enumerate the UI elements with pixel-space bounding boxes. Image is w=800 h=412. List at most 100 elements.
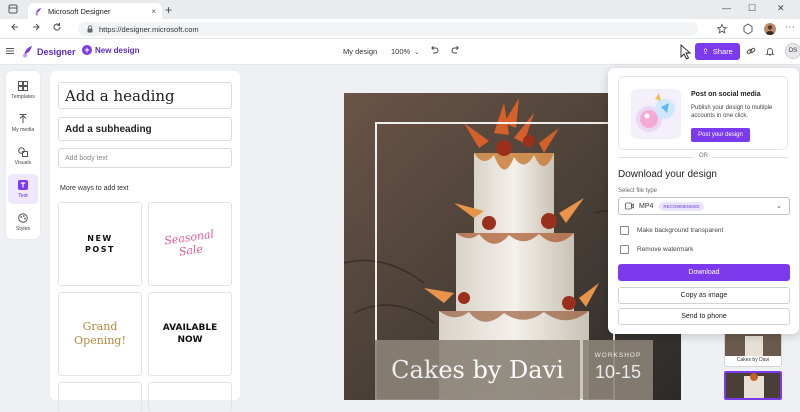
link-icon[interactable]: [746, 46, 756, 56]
card-text: NEW: [87, 234, 113, 243]
file-type-label: Select file type: [618, 188, 658, 194]
maximize-icon[interactable]: ☐: [748, 3, 756, 14]
new-tab-button[interactable]: +: [165, 3, 172, 17]
text-style-card-available-now[interactable]: AVAILABLE NOW: [148, 292, 232, 376]
chevron-down-icon: ⌄: [776, 203, 782, 210]
zoom-level: 100%: [391, 47, 411, 56]
url-text: https://designer.microsoft.com: [99, 24, 199, 34]
chevron-down-icon: ⌄: [414, 50, 420, 56]
add-subheading-button[interactable]: Add a subheading: [58, 117, 232, 141]
profile-avatar[interactable]: [764, 23, 776, 35]
text-style-card[interactable]: [148, 382, 232, 412]
redo-icon[interactable]: [451, 45, 461, 55]
tab-actions-icon[interactable]: [8, 4, 18, 14]
social-description: Publish your design to multiple accounts…: [691, 105, 773, 119]
text-style-card-grand-opening[interactable]: Grand Opening!: [58, 292, 142, 376]
workshop-date: 10-15: [594, 362, 642, 382]
share-label: Share: [712, 47, 733, 56]
send-to-phone-button[interactable]: Send to phone: [618, 308, 790, 325]
card-text: AVAILABLE: [162, 323, 218, 333]
lock-icon: [87, 25, 93, 33]
poster-title[interactable]: Cakes by Davi: [375, 340, 580, 400]
design-name[interactable]: My design: [343, 47, 377, 56]
address-bar-row: https://designer.microsoft.com ⋯: [0, 19, 800, 39]
new-design-label: New design: [95, 45, 140, 55]
post-your-design-button[interactable]: Post your design: [691, 128, 750, 142]
page-thumbnail[interactable]: Cakes by Davi: [724, 333, 782, 367]
transparent-background-label: Make background transparent: [637, 227, 724, 234]
notifications-icon[interactable]: [765, 46, 775, 56]
close-window-icon[interactable]: ✕: [777, 3, 785, 14]
text-style-card-seasonal-sale[interactable]: Seasonal Sale: [148, 202, 232, 286]
social-title: Post on social media: [691, 91, 761, 98]
menu-icon[interactable]: [6, 47, 14, 55]
card-text: Grand: [82, 320, 118, 333]
rail-item-templates[interactable]: Templates: [8, 75, 38, 105]
templates-icon: [18, 80, 28, 91]
designer-logo-icon: [23, 46, 32, 58]
card-text: POST: [85, 245, 115, 254]
browser-tab[interactable]: Microsoft Designer ×: [28, 3, 162, 19]
visuals-icon: [18, 146, 28, 157]
download-title: Download your design: [618, 169, 717, 180]
logo-text: Designer: [37, 46, 76, 57]
share-button[interactable]: ⇪ Share: [695, 43, 740, 60]
browser-tab-title: Microsoft Designer: [48, 6, 111, 16]
page-thumbnail-selected[interactable]: [724, 371, 782, 400]
new-design-button[interactable]: + New design: [82, 45, 139, 55]
copy-as-image-button[interactable]: Copy as image: [618, 287, 790, 304]
remove-watermark-checkbox[interactable]: [620, 245, 629, 254]
recommended-badge: RECOMMENDED: [659, 201, 704, 211]
rail-label: My media: [11, 126, 35, 133]
remove-watermark-label: Remove watermark: [637, 246, 694, 253]
forward-icon[interactable]: [31, 22, 41, 32]
thumbnail-text: Cakes by Davi: [736, 357, 770, 363]
mouse-cursor-icon: [680, 44, 692, 60]
card-text: Opening!: [74, 334, 126, 347]
left-rail: Templates My media Visuals Text Styles: [6, 71, 40, 239]
file-type-select[interactable]: MP4 RECOMMENDED ⌄: [618, 197, 790, 215]
browser-tab-strip: Microsoft Designer × + — ☐ ✕: [0, 0, 800, 19]
or-text: OR: [694, 153, 713, 159]
add-heading-button[interactable]: Add a heading: [58, 82, 232, 109]
close-tab-icon[interactable]: ×: [151, 7, 156, 16]
more-ways-heading: More ways to add text: [60, 185, 129, 192]
zoom-dropdown[interactable]: 100% ⌄: [391, 47, 419, 56]
url-field[interactable]: https://designer.microsoft.com: [78, 22, 698, 36]
social-illustration: [625, 85, 687, 143]
rail-label: Visuals: [14, 159, 32, 166]
rail-item-text[interactable]: Text: [8, 174, 38, 204]
share-icon: ⇪: [702, 47, 709, 56]
workshop-label: WORKSHOP: [594, 352, 642, 359]
workshop-badge[interactable]: WORKSHOP 10-15: [583, 340, 653, 400]
add-body-text-button[interactable]: Add body text: [58, 148, 232, 168]
post-social-card: Post on social media Publish your design…: [618, 76, 788, 150]
minimize-icon[interactable]: —: [722, 3, 731, 13]
text-style-card[interactable]: [58, 382, 142, 412]
user-avatar[interactable]: DS: [785, 43, 800, 59]
undo-icon[interactable]: [429, 45, 439, 55]
more-options-icon[interactable]: ⋯: [785, 21, 795, 35]
plus-icon: +: [82, 45, 92, 55]
video-icon: [625, 202, 634, 210]
file-type-value: MP4: [639, 202, 654, 210]
designer-favicon-icon: [35, 7, 42, 16]
text-panel: Add a heading Add a subheading Add body …: [50, 71, 240, 412]
upload-icon: [19, 113, 27, 123]
designer-logo[interactable]: Designer: [22, 45, 76, 58]
back-icon[interactable]: [10, 22, 20, 32]
rail-label: Templates: [11, 93, 35, 100]
rail-item-my-media[interactable]: My media: [8, 108, 38, 138]
text-style-card-new-post[interactable]: NEW POST: [58, 202, 142, 286]
transparent-background-checkbox[interactable]: [620, 226, 629, 235]
rail-item-styles[interactable]: Styles: [8, 207, 38, 237]
rail-label: Text: [18, 192, 28, 199]
download-button[interactable]: Download: [618, 264, 790, 281]
share-popover: Post on social media Publish your design…: [608, 68, 799, 334]
text-icon: [18, 179, 28, 190]
card-text: NOW: [177, 335, 203, 345]
collections-icon[interactable]: [742, 23, 754, 35]
favorites-icon[interactable]: [716, 23, 728, 35]
rail-item-visuals[interactable]: Visuals: [8, 141, 38, 171]
refresh-icon[interactable]: [52, 22, 62, 32]
